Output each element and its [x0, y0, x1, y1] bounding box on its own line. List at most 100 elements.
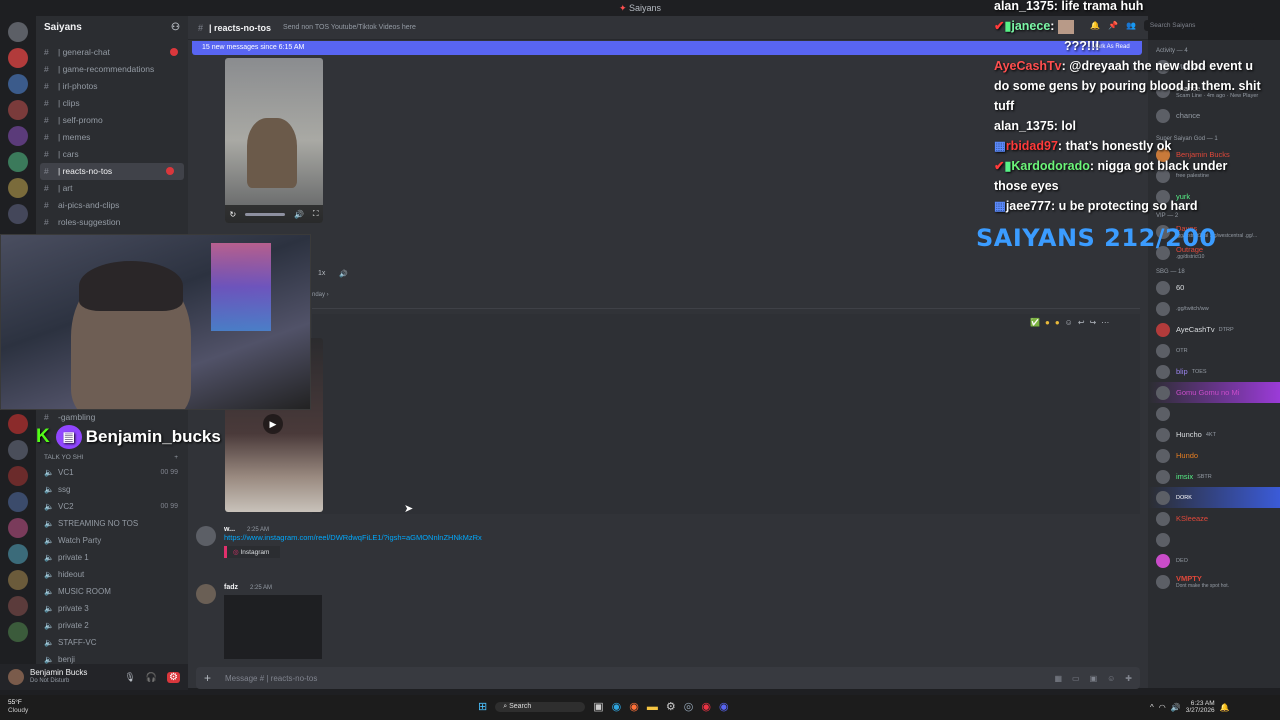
- clock[interactable]: 6:23 AM 3/27/2026: [1186, 700, 1215, 714]
- channel-irl-photos[interactable]: # | irl-photos: [36, 78, 188, 95]
- task-view-icon[interactable]: ▣: [593, 700, 603, 713]
- server-icon[interactable]: [8, 414, 28, 434]
- settings-icon[interactable]: ⚙: [666, 700, 676, 713]
- microphone-icon[interactable]: 🎙: [124, 672, 135, 683]
- server-icon[interactable]: [8, 178, 28, 198]
- volume-icon[interactable]: 🔊: [294, 210, 304, 219]
- play-icon[interactable]: ▶: [263, 414, 283, 434]
- server-icon[interactable]: [8, 622, 28, 642]
- sticker-icon[interactable]: ▣: [1090, 674, 1098, 683]
- volume-icon[interactable]: 🔊: [339, 270, 348, 278]
- tray-chevron-icon[interactable]: ^: [1150, 703, 1154, 712]
- avatar[interactable]: [196, 584, 216, 604]
- fullscreen-icon[interactable]: ⛶: [313, 209, 319, 219]
- channel-art[interactable]: # | art: [36, 180, 188, 197]
- apps-icon[interactable]: ✚: [1125, 674, 1132, 683]
- member-item[interactable]: Gomu Gomu no Mi: [1148, 382, 1280, 403]
- voice-channel[interactable]: 🔈 VC2 00 99: [36, 498, 188, 515]
- reply-icon[interactable]: ↩: [1078, 318, 1085, 327]
- server-icon[interactable]: [8, 518, 28, 538]
- taskbar-search[interactable]: ⌕ Search: [495, 701, 586, 712]
- add-channel-icon[interactable]: +: [174, 452, 178, 464]
- emoji-icon[interactable]: ☺: [1107, 674, 1115, 683]
- voice-channel[interactable]: 🔈 STAFF-VC: [36, 634, 188, 651]
- chrome-icon[interactable]: ◉: [701, 700, 711, 713]
- steam-icon[interactable]: ◎: [684, 700, 694, 713]
- firefox-icon[interactable]: ◉: [629, 700, 639, 713]
- member-item[interactable]: Hundo: [1148, 445, 1280, 466]
- message-input[interactable]: + Message # | reacts-no-tos ▦ ▭ ▣ ☺ ✚: [196, 667, 1140, 689]
- wifi-icon[interactable]: ◠: [1159, 703, 1166, 712]
- video-progress-bar[interactable]: [245, 212, 286, 216]
- replay-icon[interactable]: ↻: [229, 210, 236, 219]
- server-header[interactable]: Saiyans ⚇: [36, 16, 188, 40]
- discord-icon[interactable]: ◉: [719, 700, 729, 713]
- server-icon[interactable]: [8, 22, 28, 42]
- server-icon[interactable]: [8, 492, 28, 512]
- voice-channel[interactable]: 🔈 Watch Party: [36, 532, 188, 549]
- member-item[interactable]: [1148, 529, 1280, 550]
- voice-channel[interactable]: 🔈 STREAMING NO TOS: [36, 515, 188, 532]
- member-item[interactable]: 60: [1148, 277, 1280, 298]
- reaction-icon[interactable]: ●: [1055, 318, 1060, 327]
- avatar[interactable]: [196, 526, 216, 546]
- reaction-icon[interactable]: ✅: [1030, 318, 1040, 327]
- channel-game-recommendations[interactable]: # | game-recommendations: [36, 61, 188, 78]
- windows-start-icon[interactable]: ⊞: [478, 700, 487, 713]
- channel-reacts-no-tos[interactable]: # | reacts-no-tos: [40, 163, 184, 180]
- video-embed[interactable]: ↻ 🔊 ⛶: [225, 58, 323, 223]
- notification-icon[interactable]: 🔔: [1220, 703, 1230, 712]
- server-icon[interactable]: [8, 466, 28, 486]
- voice-channel[interactable]: 🔈 hideout: [36, 566, 188, 583]
- server-icon[interactable]: [8, 152, 28, 172]
- member-item[interactable]: DORK: [1148, 487, 1280, 508]
- member-item[interactable]: imsix SBTR: [1148, 466, 1280, 487]
- voice-channel[interactable]: 🔈 private 2: [36, 617, 188, 634]
- member-item[interactable]: Huncho 4KT: [1148, 424, 1280, 445]
- gear-icon[interactable]: ⚙: [167, 671, 180, 683]
- server-icon[interactable]: [8, 596, 28, 616]
- message-author[interactable]: fadz: [224, 584, 238, 591]
- member-item[interactable]: VMPTY Dont make the spot hot.: [1148, 571, 1280, 592]
- channel-self-promo[interactable]: # | self-promo: [36, 112, 188, 129]
- message-author[interactable]: w...: [224, 526, 235, 533]
- member-item[interactable]: DEO: [1148, 550, 1280, 571]
- voice-channel[interactable]: 🔈 private 1: [36, 549, 188, 566]
- voice-channel[interactable]: 🔈 private 3: [36, 600, 188, 617]
- server-icon[interactable]: [8, 74, 28, 94]
- edge-icon[interactable]: ◉: [612, 700, 622, 713]
- server-icon[interactable]: [8, 126, 28, 146]
- video-embed[interactable]: [224, 595, 322, 659]
- voice-channel[interactable]: 🔈 VC1 00 99: [36, 464, 188, 481]
- server-icon[interactable]: [8, 440, 28, 460]
- member-item[interactable]: OTR: [1148, 340, 1280, 361]
- headphones-icon[interactable]: 🎧: [146, 672, 157, 683]
- channel-roles-suggestion[interactable]: # roles-suggestion: [36, 214, 188, 231]
- server-icon[interactable]: [8, 570, 28, 590]
- voice-channel[interactable]: 🔈 MUSIC ROOM: [36, 583, 188, 600]
- reaction-icon[interactable]: ●: [1045, 318, 1050, 327]
- file-explorer-icon[interactable]: ▬: [647, 701, 658, 713]
- gif-icon[interactable]: ▭: [1072, 674, 1080, 683]
- message-link[interactable]: https://www.instagram.com/reel/DWRdwqFiL…: [224, 533, 482, 542]
- member-item[interactable]: .gg/twitch/ww: [1148, 298, 1280, 319]
- more-icon[interactable]: ⋯: [1101, 318, 1109, 327]
- weather-widget[interactable]: 55°F Cloudy: [8, 699, 28, 715]
- channel-clips[interactable]: # | clips: [36, 95, 188, 112]
- attach-icon[interactable]: +: [204, 671, 211, 685]
- channel-general-chat[interactable]: # | general-chat: [36, 44, 188, 61]
- member-item[interactable]: [1148, 403, 1280, 424]
- add-member-icon[interactable]: ⚇: [171, 16, 180, 40]
- gift-icon[interactable]: ▦: [1054, 674, 1062, 683]
- playback-speed[interactable]: 1x: [318, 270, 325, 278]
- avatar[interactable]: [8, 669, 24, 685]
- channel-ai-pics-and-clips[interactable]: # ai-pics-and-clips: [36, 197, 188, 214]
- member-item[interactable]: blip TOES: [1148, 361, 1280, 382]
- server-icon[interactable]: [8, 48, 28, 68]
- server-icon[interactable]: [8, 204, 28, 224]
- add-reaction-icon[interactable]: ☺: [1065, 318, 1073, 327]
- channel-memes[interactable]: # | memes: [36, 129, 188, 146]
- forward-icon[interactable]: ↪: [1090, 318, 1097, 327]
- voice-category[interactable]: TALK YO SHI +: [36, 452, 188, 464]
- embed-card[interactable]: ◎ Instagram: [224, 546, 280, 558]
